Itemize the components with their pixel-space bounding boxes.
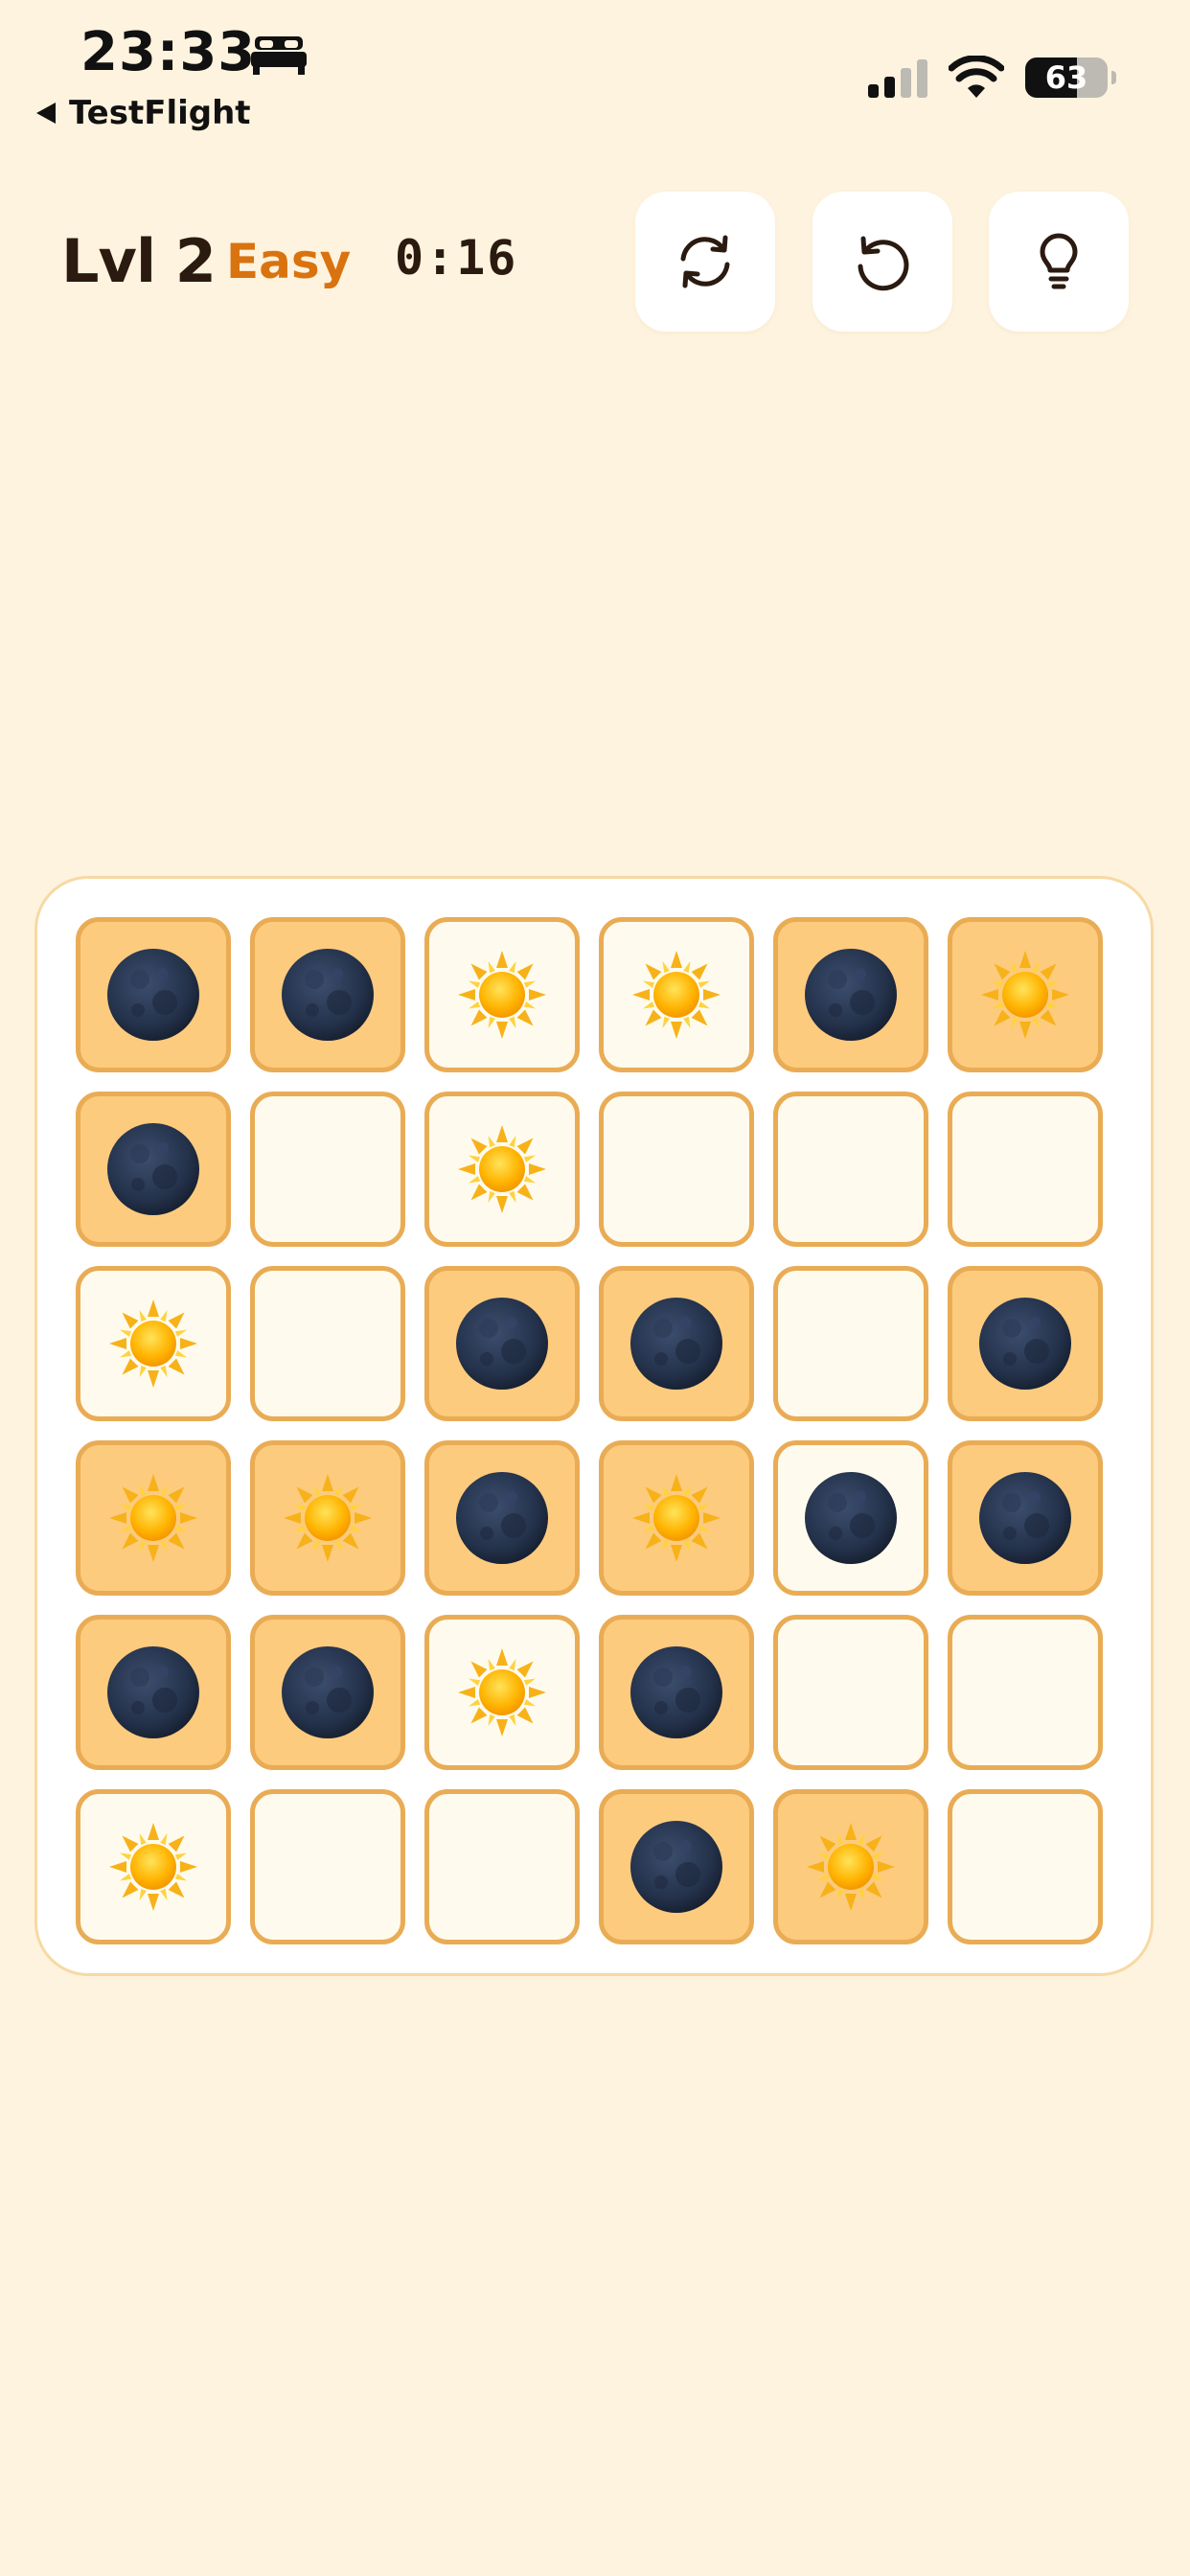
cellular-signal-icon	[868, 59, 927, 98]
back-app-label: TestFlight	[69, 94, 251, 132]
game-timer: 0:16	[395, 230, 518, 286]
board-cell-r6c6[interactable]	[948, 1789, 1103, 1944]
sun-icon	[632, 1474, 721, 1562]
board-cell-r1c2	[250, 917, 405, 1072]
board-cell-r2c3[interactable]	[424, 1092, 580, 1247]
moon-icon	[979, 1472, 1071, 1564]
board-cell-r2c5[interactable]	[773, 1092, 928, 1247]
moon-icon	[456, 1472, 548, 1564]
sun-icon	[981, 951, 1069, 1039]
sun-icon	[109, 1474, 197, 1562]
board-cell-r1c6	[948, 917, 1103, 1072]
difficulty-label: Easy	[226, 234, 352, 289]
board-cell-r6c1[interactable]	[76, 1789, 231, 1944]
status-time: 23:33	[80, 21, 257, 83]
board-cell-r5c2	[250, 1615, 405, 1770]
board-cell-r2c6[interactable]	[948, 1092, 1103, 1247]
board-cell-r1c3[interactable]	[424, 917, 580, 1072]
moon-icon	[456, 1298, 548, 1390]
board-cell-r3c1[interactable]	[76, 1266, 231, 1421]
board-cell-r6c5	[773, 1789, 928, 1944]
sun-icon	[458, 1648, 546, 1736]
board-cell-r1c4[interactable]	[599, 917, 754, 1072]
moon-icon	[805, 1472, 897, 1564]
board-cell-r4c4	[599, 1440, 754, 1596]
undo-button[interactable]	[812, 192, 952, 332]
board-cell-r4c1	[76, 1440, 231, 1596]
board-cell-r3c5[interactable]	[773, 1266, 928, 1421]
moon-icon	[979, 1298, 1071, 1390]
board-cell-r3c4	[599, 1266, 754, 1421]
board-grid	[76, 917, 1103, 1944]
sun-icon	[458, 1125, 546, 1213]
board-cell-r4c6	[948, 1440, 1103, 1596]
sun-icon	[807, 1823, 895, 1911]
moon-icon	[630, 1821, 722, 1913]
board-cell-r2c1	[76, 1092, 231, 1247]
game-board	[34, 876, 1154, 1976]
board-cell-r4c3	[424, 1440, 580, 1596]
moon-icon	[805, 949, 897, 1041]
sun-icon	[284, 1474, 372, 1562]
undo-icon	[858, 236, 909, 291]
sun-icon	[632, 951, 721, 1039]
hint-button[interactable]	[989, 192, 1129, 332]
board-cell-r2c4[interactable]	[599, 1092, 754, 1247]
board-cell-r3c6	[948, 1266, 1103, 1421]
sun-icon	[109, 1300, 197, 1388]
moon-icon	[630, 1298, 722, 1390]
board-cell-r3c3	[424, 1266, 580, 1421]
wifi-icon	[949, 56, 1004, 98]
moon-icon	[107, 1646, 199, 1738]
moon-icon	[282, 949, 374, 1041]
board-cell-r5c5[interactable]	[773, 1615, 928, 1770]
sun-icon	[109, 1823, 197, 1911]
bed-icon	[251, 36, 307, 75]
refresh-icon	[680, 235, 730, 288]
moon-icon	[107, 1123, 199, 1215]
moon-icon	[282, 1646, 374, 1738]
board-cell-r5c1	[76, 1615, 231, 1770]
level-label: Lvl 2	[61, 226, 217, 296]
lightbulb-icon	[1040, 233, 1078, 289]
moon-icon	[107, 949, 199, 1041]
back-arrow-icon	[36, 103, 56, 124]
board-cell-r1c5	[773, 917, 928, 1072]
new-puzzle-button[interactable]	[635, 192, 775, 332]
board-cell-r6c3[interactable]	[424, 1789, 580, 1944]
battery-percent: 63	[1044, 59, 1088, 96]
board-cell-r2c2[interactable]	[250, 1092, 405, 1247]
moon-icon	[630, 1646, 722, 1738]
back-to-app-link[interactable]: TestFlight	[36, 94, 251, 132]
board-cell-r6c2[interactable]	[250, 1789, 405, 1944]
battery-indicator: 63	[1025, 58, 1116, 98]
board-cell-r5c6[interactable]	[948, 1615, 1103, 1770]
sun-icon	[458, 951, 546, 1039]
board-cell-r5c3[interactable]	[424, 1615, 580, 1770]
board-cell-r5c4	[599, 1615, 754, 1770]
board-cell-r4c2	[250, 1440, 405, 1596]
board-cell-r6c4	[599, 1789, 754, 1944]
board-cell-r4c5[interactable]	[773, 1440, 928, 1596]
board-cell-r3c2[interactable]	[250, 1266, 405, 1421]
board-cell-r1c1	[76, 917, 231, 1072]
